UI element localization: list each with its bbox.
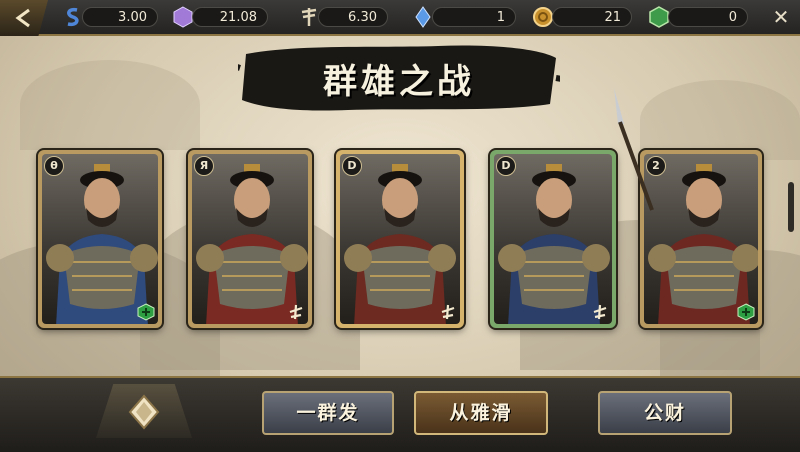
hero-card-1[interactable]: θ	[38, 150, 162, 328]
scrollbar-thumb[interactable]	[788, 182, 794, 232]
resource-value-6: 0	[668, 7, 748, 27]
mark-icon	[590, 302, 610, 322]
third-action-button[interactable]: 公财	[598, 391, 732, 435]
second-action-button[interactable]: 从雅滑	[414, 391, 548, 435]
resource-value-4: 1	[432, 7, 516, 27]
rank-badge: θ	[44, 156, 64, 176]
close-button[interactable]: ✕	[770, 6, 792, 28]
resource-value-5: 21	[552, 7, 632, 27]
hero-portrait	[340, 154, 460, 324]
resource-value-3: 6.30	[318, 7, 388, 27]
hero-portrait	[192, 154, 308, 324]
green-cube-icon	[736, 302, 756, 322]
hero-portrait	[42, 154, 158, 324]
hero-portrait	[494, 154, 612, 324]
hero-card-2[interactable]: Я	[188, 150, 312, 328]
resource-value-2: 21.08	[192, 7, 268, 27]
green-cube-icon	[136, 302, 156, 322]
rank-badge: D	[496, 156, 516, 176]
back-arrow-icon	[15, 8, 30, 28]
hero-portrait	[644, 154, 758, 324]
spear-decoration-icon	[600, 84, 660, 214]
event-banner: 群雄之战	[238, 38, 560, 116]
resource-value-1: 3.00	[82, 7, 158, 27]
first-action-button[interactable]: 一群发	[262, 391, 394, 435]
hero-card-3[interactable]: D	[336, 150, 464, 328]
mark-icon	[286, 302, 306, 322]
event-title: 群雄之战	[323, 62, 475, 102]
mark-icon	[438, 302, 458, 322]
hero-card-4[interactable]: D	[490, 150, 616, 328]
rank-badge: Я	[194, 156, 214, 176]
rank-badge: D	[342, 156, 362, 176]
